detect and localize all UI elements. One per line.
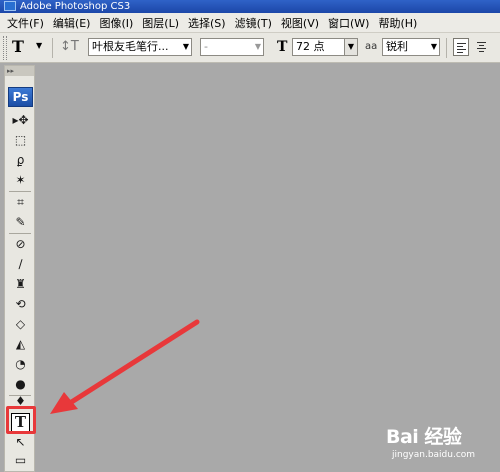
watermark-url: jingyan.baidu.com: [392, 450, 476, 460]
watermark-logo: Bai 经验: [386, 426, 462, 448]
annotation-arrow: [50, 319, 200, 414]
baidu-watermark: Bai 经验 jingyan.baidu.com: [386, 425, 496, 469]
